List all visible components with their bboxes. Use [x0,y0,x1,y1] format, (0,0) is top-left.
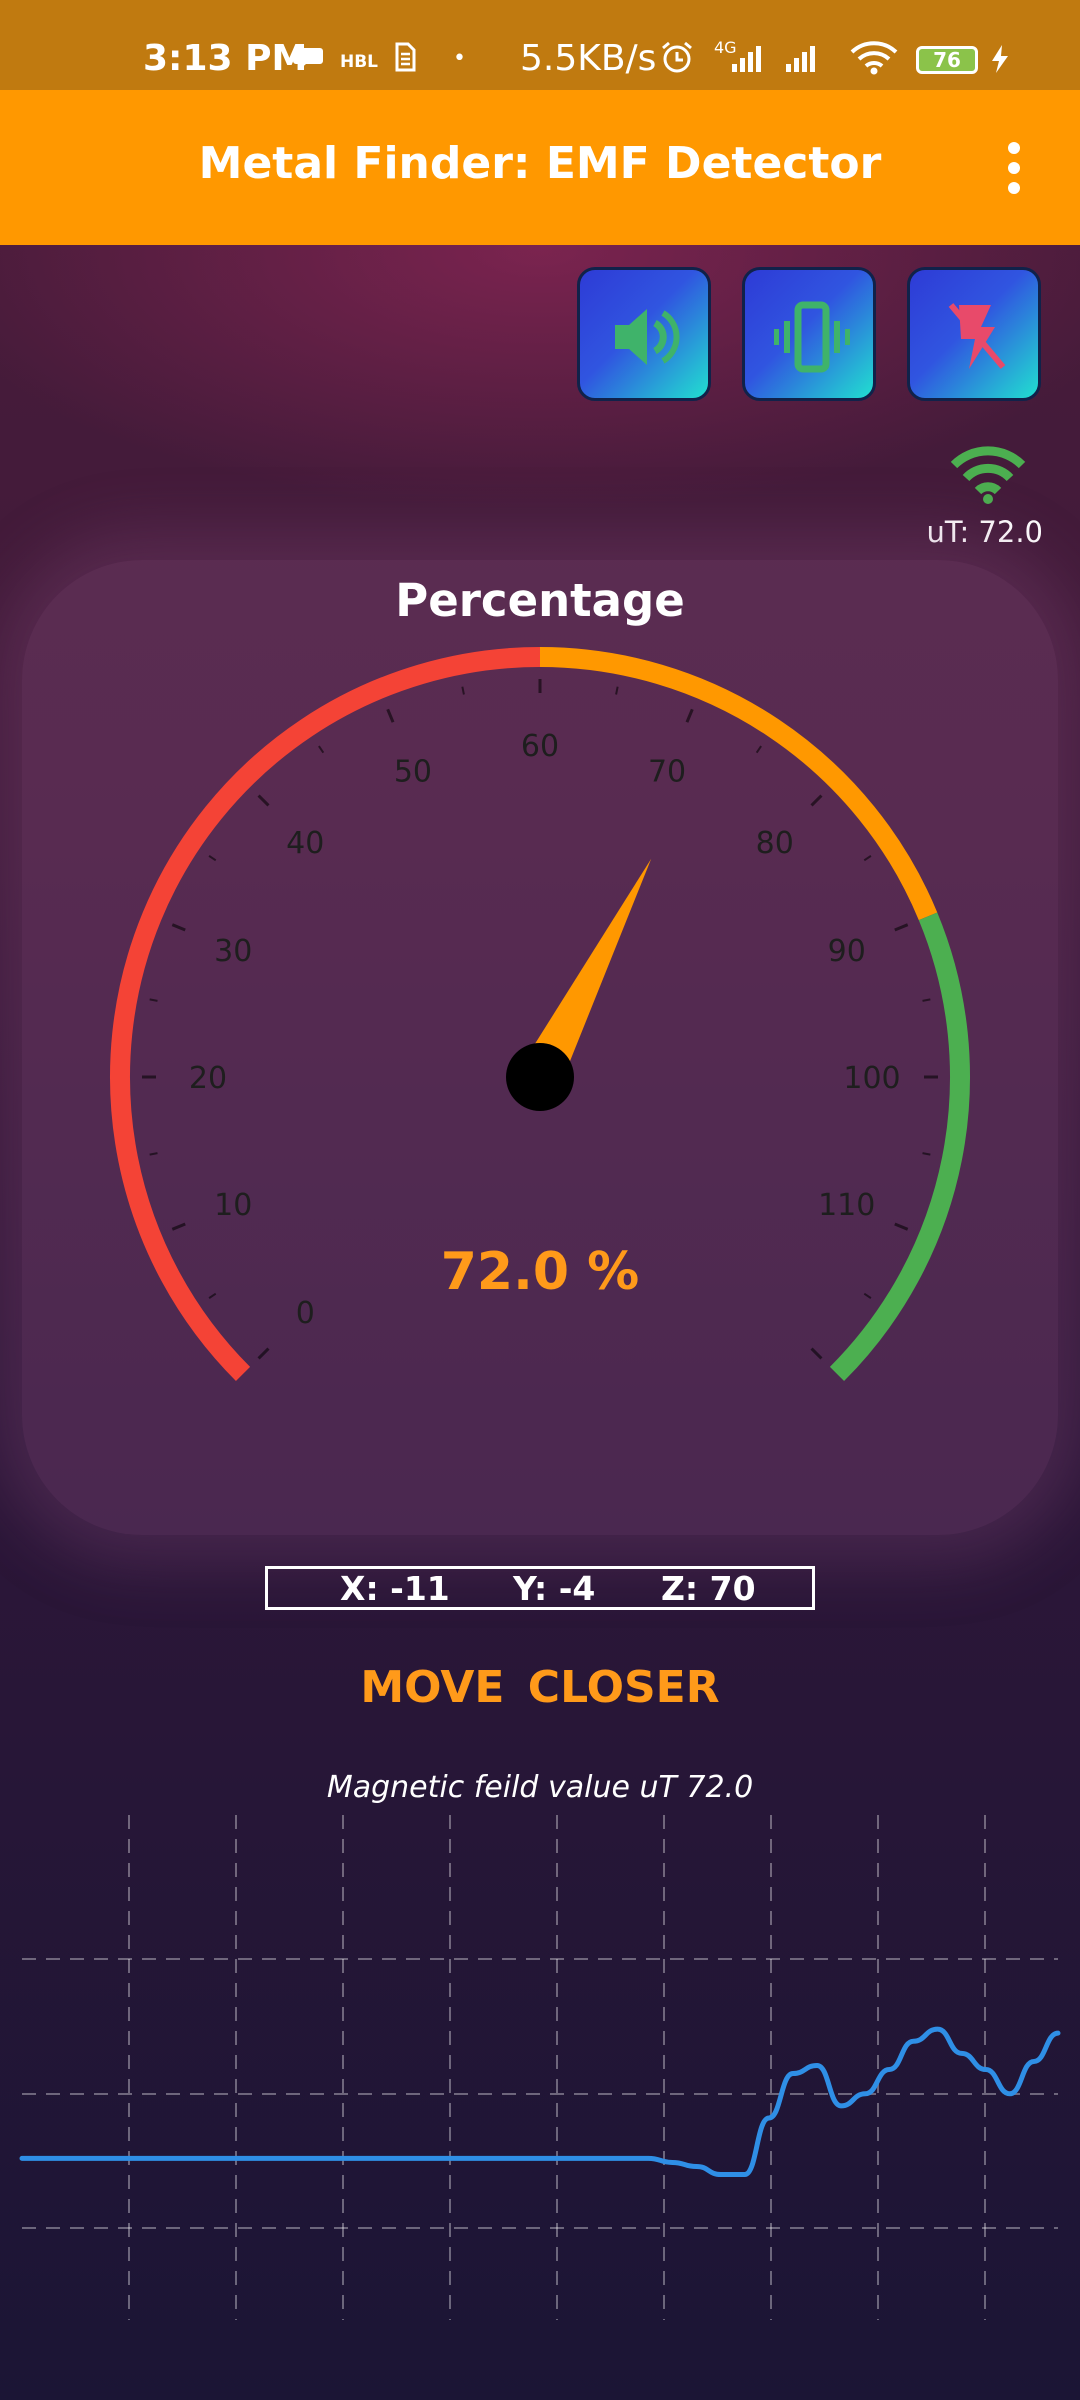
flash-toggle-button[interactable] [907,267,1041,401]
charging-icon [992,45,1008,73]
signal-2-icon [786,46,815,72]
gauge-tick-label: 100 [843,1061,900,1096]
gauge-tick-label: 20 [189,1061,227,1096]
gauge-tick [922,998,931,1002]
gauge-tick-label: 40 [286,826,324,861]
gauge-tick [208,855,217,862]
status-time: 3:13 PM [143,38,308,79]
app-bar: Metal Finder: EMF Detector [0,90,1080,245]
carrier-tag: HBL [340,52,379,72]
status-bar: 3:13 PM HBL • 5.5KB/s 4G 76 [0,0,1080,90]
wifi-signal-icon [950,446,1026,504]
flash-off-icon [948,303,1006,369]
sound-toggle-button[interactable] [577,267,711,401]
gauge-tick [810,794,823,807]
gauge-readout: 72.0 % [440,1242,640,1302]
x-value: X: -11 [340,1569,450,1608]
vibrate-toggle-button[interactable] [742,267,876,401]
app-title: Metal Finder: EMF Detector [198,138,882,189]
field-label: Magnetic feild value uT 72.0 [326,1770,754,1805]
dot-icon: • [453,46,466,71]
net-speed: 5.5KB/s [520,38,657,79]
gauge-tick-label: 30 [214,934,252,969]
sim-icon [395,42,416,72]
alarm-icon [662,41,692,73]
gauge-tick-label: 50 [394,754,432,789]
wifi-icon [850,41,898,75]
gauge-hub [506,1043,574,1111]
more-vert-icon[interactable] [1000,140,1030,200]
gauge-tick-label: 110 [818,1188,875,1223]
gauge-tick [171,1222,186,1231]
chat-bubble-icon [293,48,323,70]
y-value: Y: -4 [513,1569,596,1608]
axis-readout-box: X: -11 Y: -4 Z: 70 [265,1566,815,1610]
chart-grid [22,1815,1058,2320]
gauge-tick [318,745,325,754]
gauge-tick [894,923,909,932]
gauge-tick [149,1152,158,1156]
volume-icon [615,309,680,365]
gauge-tick [257,794,270,807]
field-line-chart [19,1815,1061,2320]
gauge-tick-label: 10 [214,1188,252,1223]
gauge-tick [922,1152,931,1156]
gauge-tick [755,745,762,754]
status-message: MOVE CLOSER [360,1662,720,1713]
gauge-tick [257,1347,270,1360]
series-line [19,2026,1061,2178]
ut-value: uT: 72.0 [926,515,1043,549]
vibrate-icon [774,301,850,373]
gauge-tick [149,998,158,1002]
gauge-tick-label: 60 [521,729,559,764]
gauge-tick-label: 80 [756,826,794,861]
gauge-tick [615,686,619,695]
gauge-tick [386,708,395,723]
gauge-tick [685,708,694,723]
gauge-zone-2 [829,912,970,1382]
signal-icon [732,46,761,72]
gauge-tick-label: 90 [828,934,866,969]
gauge-tick [461,686,465,695]
gauge-tick [863,855,872,862]
z-value: Z: 70 [661,1569,756,1608]
gauge-tick-label: 70 [648,754,686,789]
battery-indicator: 76 [916,46,978,74]
gauge-tick [894,1222,909,1231]
gauge-zone-1 [539,647,938,921]
gauge-tick [171,923,186,932]
gauge-tick [810,1347,823,1360]
